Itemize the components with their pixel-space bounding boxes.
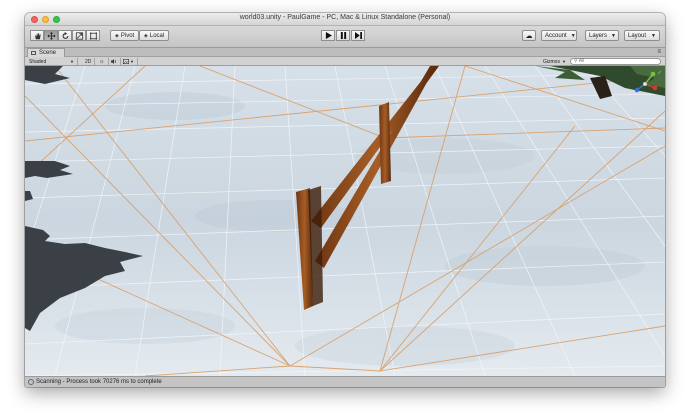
effects-dropdown[interactable]: ▼	[120, 58, 138, 65]
unity-editor-window: world03.unity - PaulGame - PC, Mac & Lin…	[25, 13, 665, 387]
status-bar: Scanning - Process took 70276 ms to comp…	[25, 376, 665, 387]
pivot-icon: ◈	[115, 32, 119, 39]
scene-tab-strip: Scene ≡	[25, 48, 665, 57]
scene-canvas[interactable]	[25, 66, 665, 376]
rect-tool-button[interactable]	[86, 30, 100, 41]
step-button[interactable]	[351, 30, 365, 41]
tab-scene-label: Scene	[39, 50, 57, 56]
account-dropdown[interactable]: Account ▼	[541, 30, 577, 41]
lighting-toggle[interactable]: ☼	[96, 58, 109, 65]
pause-icon	[340, 32, 346, 39]
play-icon	[325, 32, 332, 39]
cloud-icon: ☁	[525, 32, 533, 40]
speaker-icon	[111, 59, 116, 64]
window-title: world03.unity - PaulGame - PC, Mac & Lin…	[239, 14, 451, 21]
2d-mode-toggle[interactable]: 2D	[82, 58, 96, 65]
chevron-down-icon: ▼	[561, 59, 566, 64]
title-bar: world03.unity - PaulGame - PC, Mac & Lin…	[25, 13, 665, 26]
rotate-tool-button[interactable]	[58, 30, 72, 41]
scene-view-toolbar: Shaded ▼ 2D ☼ ▼ Gizmos ▼ ⚲ All	[25, 57, 665, 66]
hand-tool-button[interactable]	[30, 30, 44, 41]
search-icon: ⚲	[574, 58, 578, 64]
tab-scene[interactable]: Scene	[27, 48, 66, 57]
local-toggle-button[interactable]: ◈ Local	[139, 30, 170, 41]
main-toolbar: ◈ Pivot ◈ Local ☁ Account ▼ Layers ▼ Lay…	[25, 26, 665, 48]
layers-dropdown[interactable]: Layers ▼	[585, 30, 619, 41]
chevron-down-icon: ▼	[570, 32, 576, 39]
layout-label: Layout	[628, 32, 647, 39]
scale-icon	[75, 31, 83, 40]
rect-transform-icon	[89, 31, 97, 40]
gizmo-center[interactable]	[642, 81, 648, 87]
chevron-down-icon: ▼	[611, 32, 616, 39]
collab-cloud-button[interactable]: ☁	[522, 30, 536, 41]
status-text: Scanning - Process took 70276 ms to comp…	[36, 379, 162, 385]
hand-icon	[34, 32, 41, 39]
pivot-toggle-button[interactable]: ◈ Pivot	[110, 30, 140, 41]
scene-viewport[interactable]	[25, 66, 665, 376]
search-placeholder: All	[578, 58, 585, 64]
info-icon	[28, 379, 34, 385]
rotate-icon	[62, 31, 68, 39]
gizmos-label: Gizmos	[543, 58, 560, 65]
move-arrows-icon	[47, 31, 55, 40]
gizmo-x-axis[interactable]	[652, 85, 658, 91]
scale-tool-button[interactable]	[72, 30, 86, 41]
layout-dropdown[interactable]: Layout ▼	[624, 30, 660, 41]
pivot-label: Pivot	[120, 32, 135, 39]
chevron-down-icon: ▼	[651, 32, 656, 39]
chevron-down-icon: ▼	[70, 59, 74, 64]
gizmos-dropdown[interactable]: Gizmos ▼	[540, 58, 569, 65]
panel-menu-icon[interactable]: ≡	[657, 49, 661, 55]
layers-label: Layers	[589, 32, 608, 39]
local-label: Local	[149, 32, 165, 39]
fence-post-back	[379, 102, 391, 184]
gizmo-y-axis[interactable]	[650, 71, 656, 77]
shading-mode-dropdown[interactable]: Shaded ▼	[26, 58, 78, 65]
scene-icon	[31, 51, 36, 55]
account-label: Account	[545, 32, 567, 39]
sun-icon: ☼	[99, 58, 105, 65]
play-button[interactable]	[321, 30, 335, 41]
image-effects-icon	[123, 59, 129, 64]
chevron-down-icon: ▼	[130, 59, 134, 64]
pause-button[interactable]	[336, 30, 350, 41]
2d-mode-label: 2D	[85, 58, 92, 65]
gizmo-z-axis[interactable]	[634, 87, 640, 93]
move-tool-button[interactable]	[44, 30, 58, 41]
step-icon	[354, 32, 362, 39]
scene-search-input[interactable]: ⚲ All	[570, 58, 661, 65]
shading-mode-label: Shaded	[29, 58, 47, 65]
local-icon: ◈	[144, 32, 148, 39]
